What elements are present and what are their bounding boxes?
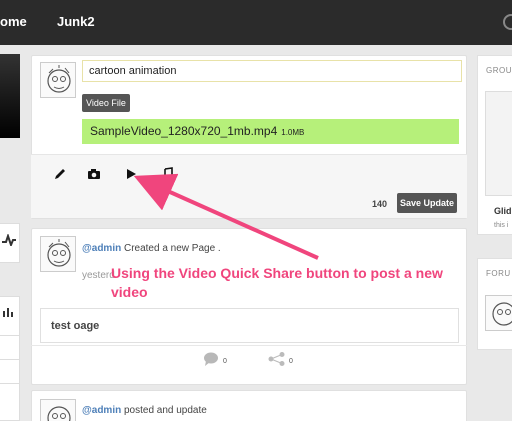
activity-icon bbox=[2, 234, 16, 246]
camera-icon[interactable] bbox=[87, 167, 101, 181]
pencil-icon[interactable] bbox=[53, 167, 67, 181]
sketch-face-icon bbox=[47, 406, 71, 421]
group-title[interactable]: Glid bbox=[494, 206, 512, 216]
sketch-face-icon bbox=[47, 65, 71, 93]
forums-heading: FORU bbox=[486, 269, 511, 278]
user-menu-icon[interactable] bbox=[503, 14, 512, 30]
video-play-icon[interactable] bbox=[124, 167, 138, 181]
author-link[interactable]: @admin bbox=[82, 405, 121, 416]
file-size: 1.0MB bbox=[281, 128, 305, 137]
activity-action: posted and update bbox=[121, 405, 207, 416]
status-input[interactable]: cartoon animation bbox=[82, 60, 462, 82]
post-title-box[interactable]: test oage bbox=[40, 308, 459, 343]
forums-widget: FORU bbox=[477, 258, 512, 350]
author-link[interactable]: @admin bbox=[82, 243, 121, 254]
groups-heading: GROU bbox=[486, 66, 512, 75]
group-description: this i bbox=[494, 222, 509, 229]
share-icon[interactable] bbox=[268, 352, 286, 366]
character-counter: 140 bbox=[372, 199, 388, 209]
sketch-face-icon bbox=[492, 302, 512, 326]
share-count: 0 bbox=[289, 358, 293, 365]
video-file-badge: Video File bbox=[82, 94, 130, 112]
save-update-button[interactable]: Save Update bbox=[397, 193, 457, 213]
composer-avatar bbox=[40, 62, 76, 98]
comment-icon[interactable] bbox=[203, 352, 219, 366]
sketch-face-icon bbox=[47, 239, 71, 267]
activity-line: @admin posted and update bbox=[82, 405, 207, 416]
tutorial-annotation: Using the Video Quick Share button to po… bbox=[111, 265, 443, 300]
bar-chart-icon bbox=[3, 308, 13, 317]
top-navbar: ome Junk2 bbox=[0, 0, 512, 45]
activity-avatar bbox=[40, 399, 76, 421]
activity-line: @admin Created a new Page . bbox=[82, 243, 221, 254]
forum-avatar bbox=[485, 295, 512, 331]
activity-timestamp: yesterd bbox=[82, 270, 115, 281]
left-activity-card bbox=[0, 223, 20, 263]
divider bbox=[31, 345, 467, 346]
file-name: SampleVideo_1280x720_1mb.mp4 bbox=[90, 124, 278, 138]
activity-avatar bbox=[40, 236, 76, 272]
left-stats-card bbox=[0, 296, 20, 421]
comment-count: 0 bbox=[223, 358, 227, 365]
nav-junk2-link[interactable]: Junk2 bbox=[57, 14, 95, 29]
activity-action: Created a new Page . bbox=[121, 243, 221, 254]
attached-file-bar: SampleVideo_1280x720_1mb.mp4 1.0MB bbox=[82, 119, 459, 144]
left-profile-cover bbox=[0, 54, 20, 138]
music-note-icon[interactable] bbox=[160, 167, 174, 181]
groups-widget: GROU Glid this i bbox=[477, 55, 512, 235]
group-thumbnail[interactable] bbox=[485, 91, 512, 196]
nav-home-link[interactable]: ome bbox=[0, 14, 27, 29]
